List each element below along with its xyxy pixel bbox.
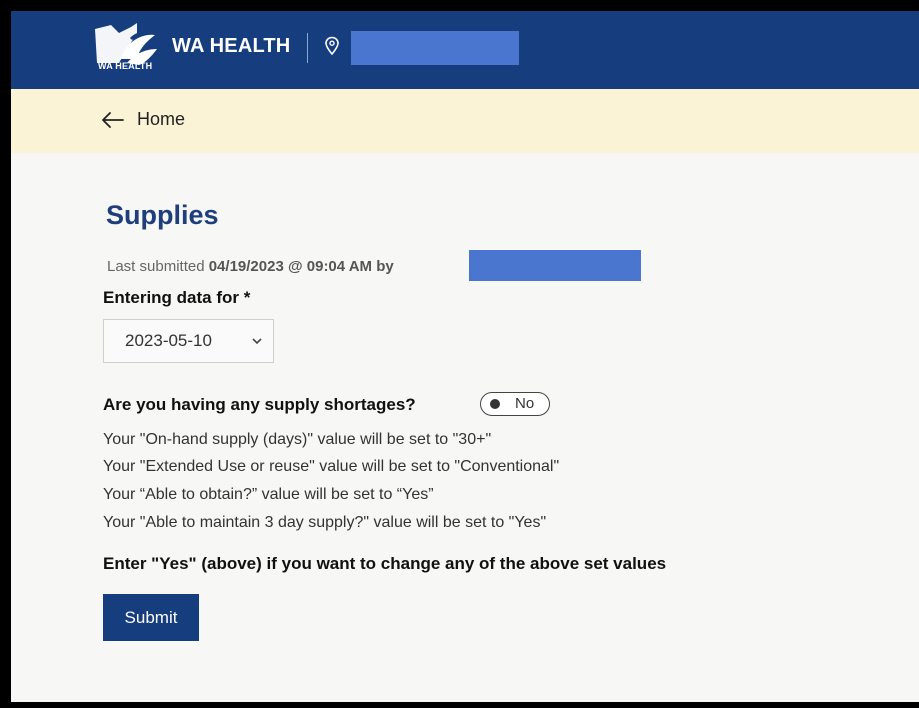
arrow-left-icon [102, 111, 124, 128]
toggle-label: No [515, 395, 535, 412]
location-pin-icon [325, 36, 339, 56]
chevron-down-icon [252, 338, 262, 345]
date-select-value: 2023-05-10 [125, 331, 212, 350]
last-submitted: Last submitted 04/19/2023 @ 09:04 AM by [107, 258, 394, 275]
last-submitted-prefix: Last submitted [107, 258, 209, 275]
location-redacted[interactable] [351, 31, 519, 65]
logo-subtext: WA HEALTH [98, 61, 153, 71]
shortage-question: Are you having any supply shortages? [103, 395, 416, 414]
entering-data-label: Entering data for * [103, 288, 251, 307]
top-bar: WA HEALTH WA HEALTH [11, 11, 919, 89]
back-home-label: Home [137, 109, 186, 129]
toggle-knob [490, 399, 500, 409]
submitter-redacted [469, 250, 641, 281]
page-title: Supplies [106, 200, 219, 230]
change-values-note: Enter "Yes" (above) if you want to chang… [103, 554, 667, 573]
info-line: Your "On-hand supply (days)" value will … [103, 431, 492, 448]
last-submitted-value: 04/19/2023 @ 09:04 AM by [208, 258, 394, 275]
info-line: Your "Able to maintain 3 day supply?" va… [103, 514, 547, 531]
submit-button[interactable]: Submit [103, 594, 199, 641]
info-line: Your "Extended Use or reuse" value will … [103, 458, 560, 475]
shortage-toggle[interactable]: No [480, 392, 550, 416]
back-home-link[interactable]: Home [101, 109, 185, 130]
header-divider [307, 33, 308, 63]
date-select[interactable]: 2023-05-10 [103, 319, 274, 363]
app-window: WA HEALTH WA HEALTH Home Supplies Last s… [11, 11, 919, 702]
brand-name: WA HEALTH [172, 35, 291, 57]
info-line: Your “Able to obtain?” value will be set… [103, 486, 434, 503]
